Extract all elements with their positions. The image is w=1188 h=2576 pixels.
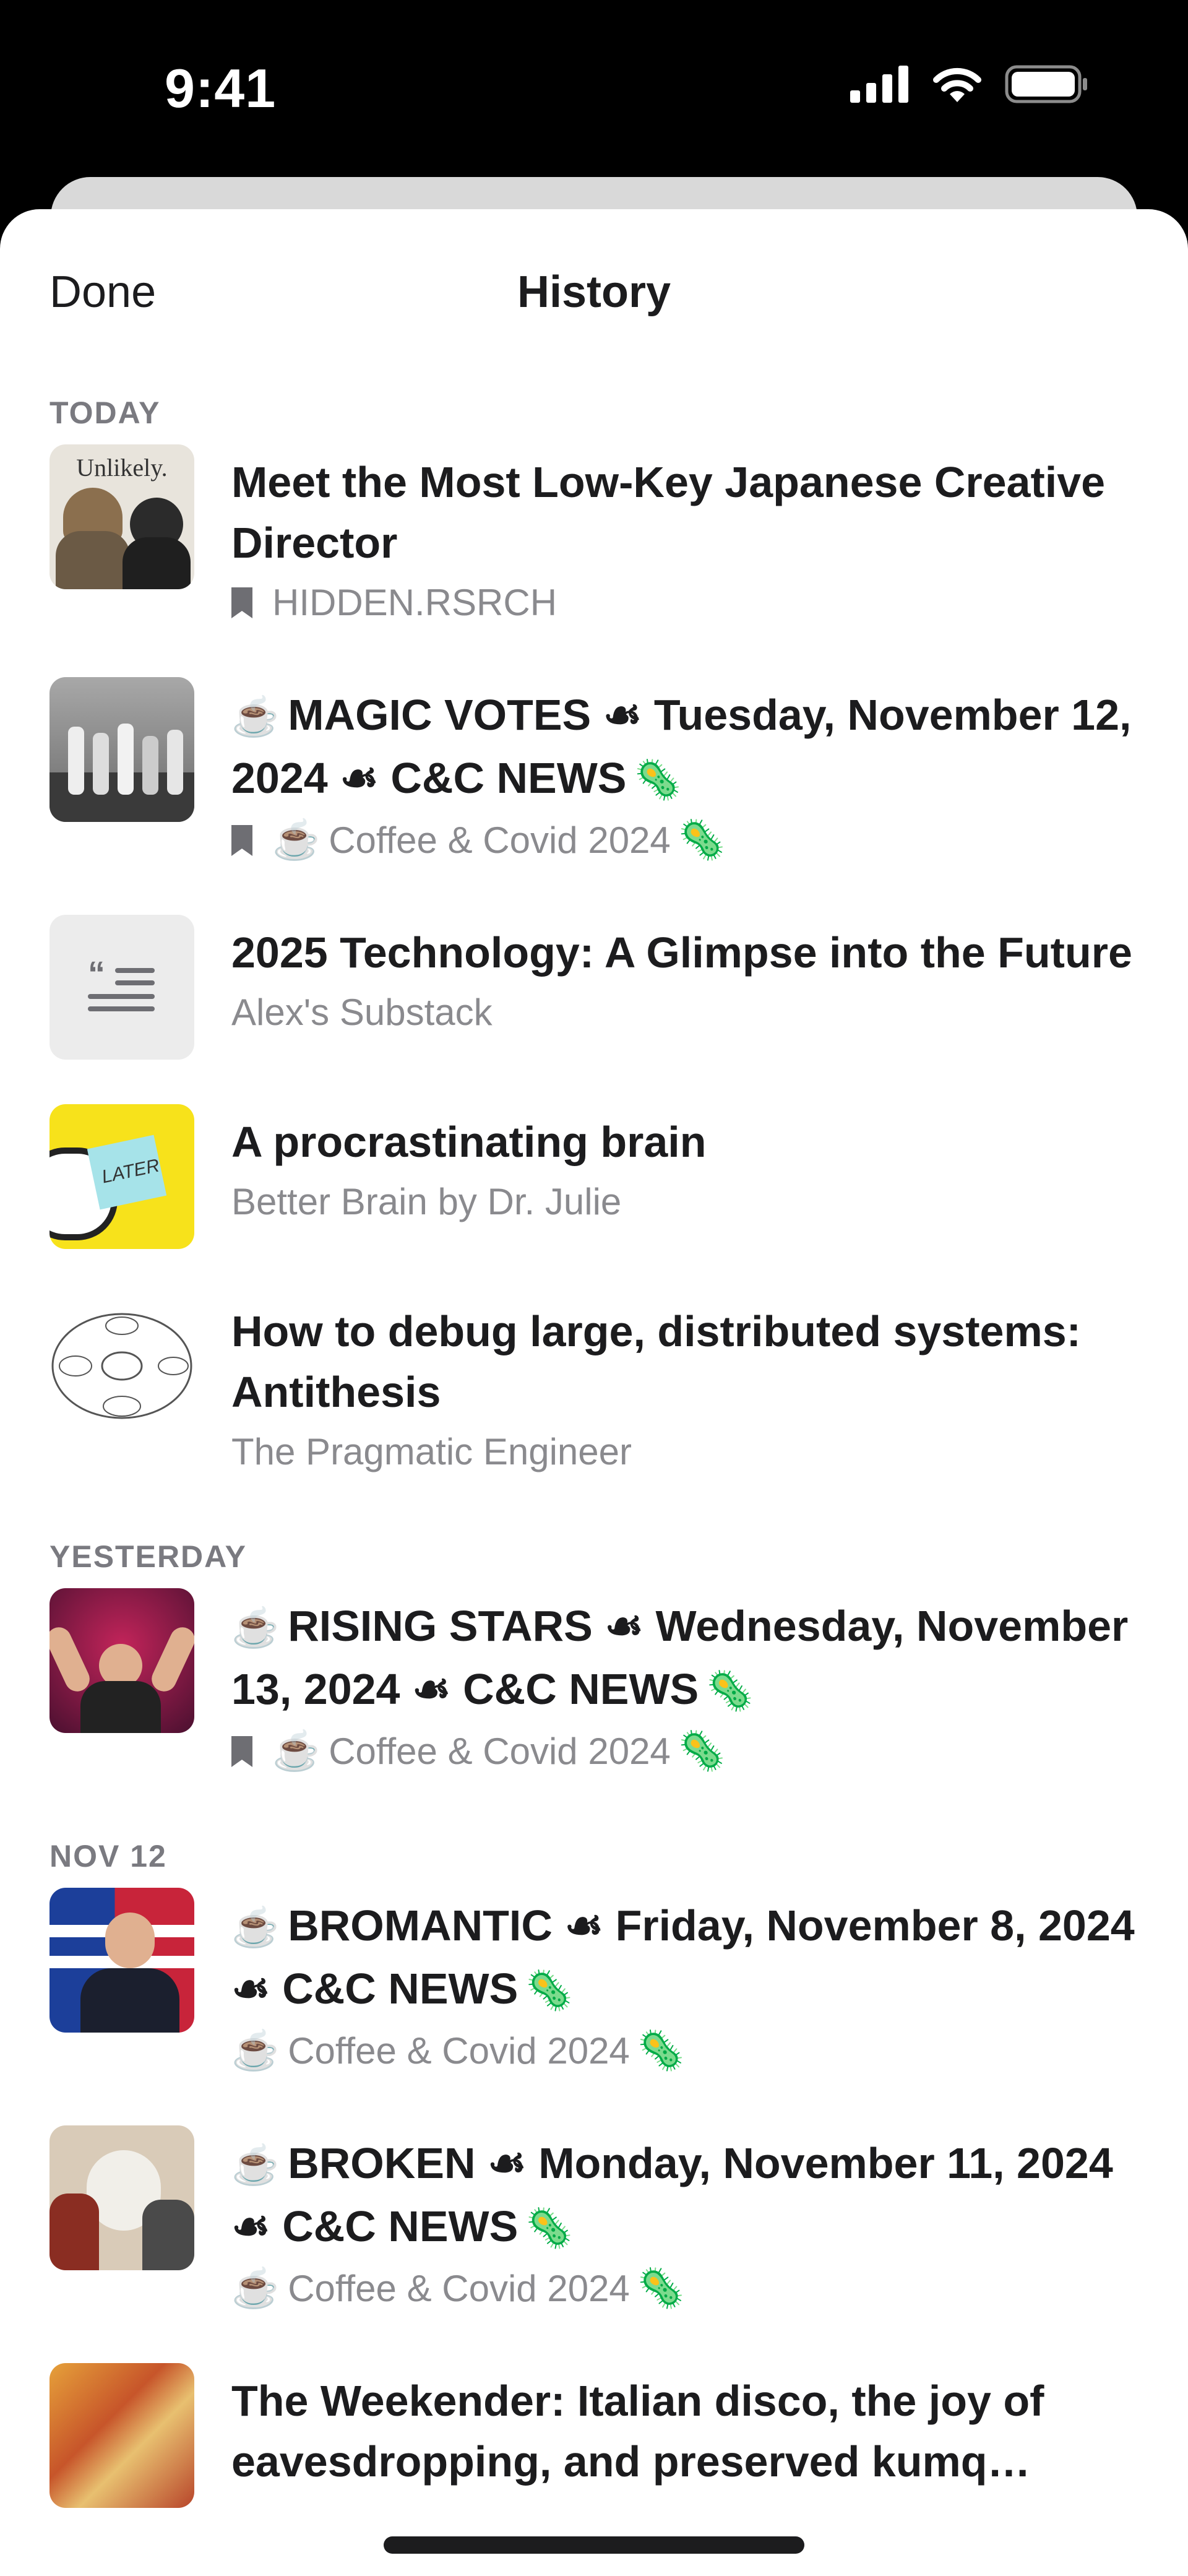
virus-icon: 🦠: [637, 2029, 686, 2072]
article-thumbnail: [50, 2363, 194, 2508]
home-indicator[interactable]: [384, 2536, 804, 2554]
coffee-icon: ☕: [231, 2029, 280, 2072]
virus-icon: 🦠: [637, 2267, 686, 2310]
publication-name: Alex's Substack: [231, 992, 493, 1033]
article-title: BROKEN ☙ Monday, November 11, 2024 ☙ C&C…: [231, 2139, 1113, 2250]
virus-icon: 🦠: [525, 2207, 574, 2250]
article-title: A procrastinating brain: [231, 1118, 707, 1166]
history-item[interactable]: Unlikely. Meet the Most Low-Key Japanese…: [0, 444, 1188, 633]
article-thumbnail-placeholder: “: [50, 915, 194, 1060]
wifi-icon: [933, 67, 981, 102]
history-item[interactable]: ☕ BROKEN ☙ Monday, November 11, 2024 ☙ C&…: [0, 2125, 1188, 2319]
history-item[interactable]: ☕ BROMANTIC ☙ Friday, November 8, 2024 ☙ …: [0, 1888, 1188, 2081]
battery-icon: [1005, 65, 1087, 103]
article-thumbnail: [50, 1588, 194, 1733]
coffee-icon: ☕: [231, 1906, 280, 1949]
article-title: BROMANTIC ☙ Friday, November 8, 2024 ☙ C…: [231, 1901, 1135, 2013]
publication-name: The Pragmatic Engineer: [231, 1431, 632, 1472]
virus-icon: 🦠: [678, 1730, 726, 1773]
virus-icon: 🦠: [678, 819, 726, 862]
publication-name: Coffee & Covid 2024: [288, 2268, 630, 2309]
article-thumbnail: [50, 1888, 194, 2033]
coffee-icon: ☕: [231, 1607, 280, 1649]
article-title: 2025 Technology: A Glimpse into the Futu…: [231, 928, 1132, 977]
virus-icon: 🦠: [706, 1670, 754, 1713]
nav-bar: Done History: [0, 209, 1188, 383]
virus-icon: 🦠: [634, 759, 682, 802]
history-sheet: Done History TODAY Unlikely. Meet the Mo…: [0, 209, 1188, 2576]
bookmark-icon: [231, 587, 252, 618]
history-item[interactable]: How to debug large, distributed systems:…: [0, 1294, 1188, 1482]
article-title: How to debug large, distributed systems:…: [231, 1307, 1081, 1416]
virus-icon: 🦠: [525, 1969, 574, 2012]
publication-name: Better Brain by Dr. Julie: [231, 1181, 622, 1222]
bookmark-icon: [231, 1736, 252, 1767]
publication-name: Coffee & Covid 2024: [329, 819, 671, 861]
coffee-icon: ☕: [272, 1730, 321, 1773]
status-bar: 9:41: [0, 0, 1188, 179]
publication-name: HIDDEN.RSRCH: [272, 582, 557, 623]
history-item[interactable]: “ 2025 Technology: A Glimpse into the Fu…: [0, 915, 1188, 1060]
svg-text:“: “: [88, 959, 105, 993]
coffee-icon: ☕: [231, 696, 280, 738]
publication-name: Coffee & Covid 2024: [329, 1731, 671, 1772]
status-time: 9:41: [165, 58, 277, 119]
section-header-yesterday: YESTERDAY: [50, 1539, 248, 1574]
article-thumbnail: [50, 677, 194, 822]
diagram-thumbnail: [51, 1313, 192, 1419]
cellular-signal-icon: [850, 66, 908, 103]
article-title: RISING STARS ☙ Wednesday, November 13, 2…: [231, 1602, 1129, 1713]
article-thumbnail: [50, 2125, 194, 2270]
section-header-today: TODAY: [50, 395, 161, 430]
section-header-nov12: NOV 12: [50, 1839, 167, 1874]
page-title: History: [517, 267, 671, 317]
thumbnail-caption: Unlikely.: [76, 454, 168, 482]
publication-name: Coffee & Covid 2024: [288, 2030, 630, 2072]
article-title: Meet the Most Low-Key Japanese Creative …: [231, 458, 1106, 567]
history-item[interactable]: The Weekender: Italian disco, the joy of…: [0, 2363, 1188, 2508]
history-item[interactable]: LATER A procrastinating brain Better Bra…: [0, 1104, 1188, 1249]
article-thumbnail: Unlikely.: [50, 444, 194, 589]
status-icons: [850, 65, 1089, 103]
article-thumbnail: [50, 1294, 194, 1438]
coffee-icon: ☕: [231, 2267, 280, 2310]
bookmark-icon: [231, 825, 252, 856]
quote-article-icon: “: [88, 959, 155, 1011]
history-item[interactable]: ☕ MAGIC VOTES ☙ Tuesday, November 12, 202…: [0, 677, 1188, 870]
coffee-icon: ☕: [272, 819, 321, 862]
coffee-icon: ☕: [231, 2144, 280, 2187]
article-title: The Weekender: Italian disco, the joy of…: [231, 2377, 1044, 2486]
history-item[interactable]: ☕ RISING STARS ☙ Wednesday, November 13, …: [0, 1588, 1188, 1781]
article-thumbnail: LATER: [50, 1104, 194, 1249]
